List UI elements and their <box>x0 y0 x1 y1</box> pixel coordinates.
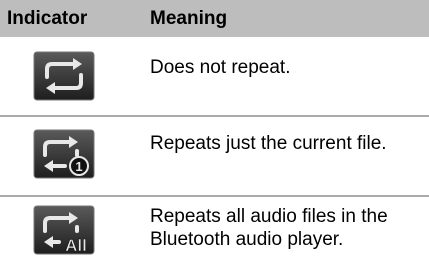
meaning-text: Repeats all audio files in the Bluetooth… <box>150 206 388 250</box>
repeat-all-icon: All <box>33 205 95 255</box>
table-header: Indicator Meaning <box>0 0 429 37</box>
repeat-one-badge: 1 <box>75 159 82 174</box>
header-indicator: Indicator <box>7 8 88 29</box>
repeat-all-badge: All <box>65 236 87 255</box>
table-row: All Repeats all audio files in the Bluet… <box>0 197 429 266</box>
table-row: Does not repeat. <box>0 37 429 115</box>
table-row: 1 Repeats just the current file. <box>0 117 429 195</box>
repeat-one-icon: 1 <box>33 129 95 179</box>
repeat-off-icon <box>33 51 95 101</box>
indicator-table: Indicator Meaning Does not repeat. 1 Rep… <box>0 0 429 266</box>
meaning-text: Does not repeat. <box>150 57 291 78</box>
header-meaning: Meaning <box>150 8 228 29</box>
meaning-text: Repeats just the current file. <box>150 133 387 154</box>
